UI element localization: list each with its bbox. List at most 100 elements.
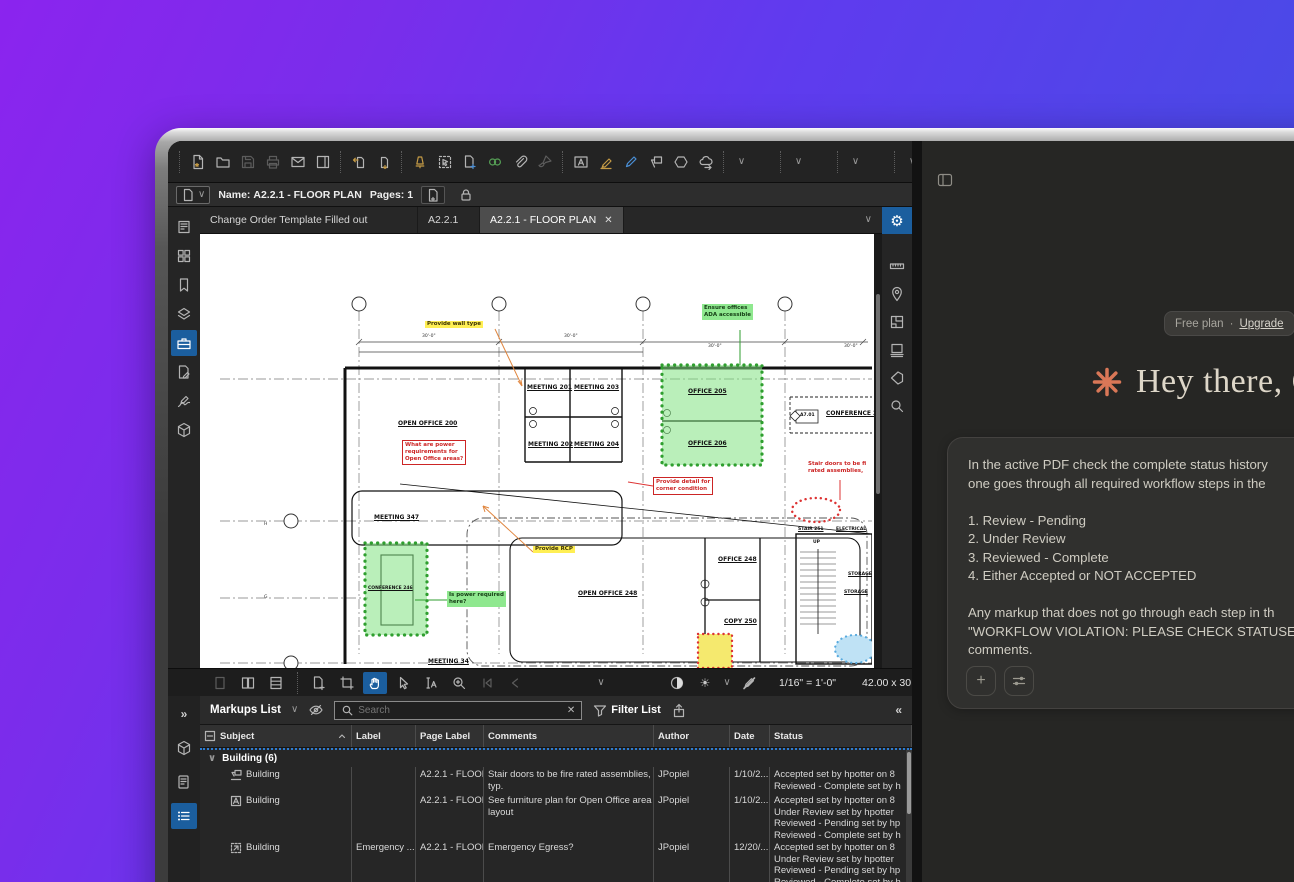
table-row[interactable]: Building A2.2.1 - FLOOR ... Stair doors …	[200, 767, 912, 793]
hide-markups-pen-icon[interactable]	[737, 672, 761, 694]
collapse-panel-icon[interactable]: «	[895, 703, 902, 717]
callout-icon[interactable]	[643, 149, 668, 175]
print-icon[interactable]	[260, 149, 285, 175]
tools-sliders-button[interactable]	[1004, 666, 1034, 696]
file-access-icon[interactable]	[171, 214, 197, 240]
markup-ensure-ada[interactable]: Ensure offices ADA accessible	[702, 304, 753, 320]
search-icon[interactable]	[884, 393, 910, 419]
table-scrollbar[interactable]	[906, 750, 912, 882]
bookmarks-icon[interactable]	[171, 272, 197, 298]
3d-model-icon[interactable]	[171, 417, 197, 443]
tag-icon[interactable]	[884, 365, 910, 391]
layers-icon[interactable]	[171, 301, 197, 327]
expand-panel-icon[interactable]: »	[171, 701, 197, 727]
column-subject[interactable]: Subject	[200, 725, 352, 747]
clear-search-icon[interactable]: ✕	[567, 705, 575, 716]
pen-icon[interactable]	[618, 149, 643, 175]
measure-ruler-icon[interactable]	[884, 253, 910, 279]
snapshot-icon[interactable]	[432, 149, 457, 175]
close-tab-icon[interactable]: ✕	[604, 215, 612, 226]
column-author[interactable]: Author	[654, 725, 730, 747]
panel-layout-icon[interactable]	[310, 149, 335, 175]
pan-hand-icon[interactable]	[363, 672, 387, 694]
markup-power-requirements[interactable]: What are power requirements for Open Off…	[402, 440, 466, 465]
text-box-icon[interactable]	[568, 149, 593, 175]
page-stack-icon[interactable]	[884, 337, 910, 363]
add-page-icon[interactable]	[307, 672, 331, 694]
single-page-view-icon[interactable]	[208, 672, 232, 694]
import-page-icon[interactable]	[371, 149, 396, 175]
markup-stair-doors[interactable]: Stair doors to be fi rated assemblies,	[808, 461, 866, 475]
column-status[interactable]: Status	[770, 725, 912, 747]
tab-change-order[interactable]: Change Order Template Filled out	[200, 207, 418, 233]
lock-icon[interactable]	[453, 182, 478, 208]
select-cursor-icon[interactable]	[391, 672, 415, 694]
zoom-icon[interactable]	[447, 672, 471, 694]
properties-gear-icon[interactable]: ⚙	[882, 207, 912, 234]
prompt-input-box[interactable]: In the active PDF check the complete sta…	[947, 437, 1294, 709]
signature-icon[interactable]	[171, 388, 197, 414]
page-add-button[interactable]	[421, 186, 445, 204]
select-text-icon[interactable]	[419, 672, 443, 694]
group-row-building[interactable]: ∨Building (6)	[200, 750, 912, 767]
insert-page-icon[interactable]	[457, 149, 482, 175]
tab-a221[interactable]: A2.2.1	[418, 207, 480, 233]
search-input[interactable]	[358, 705, 562, 716]
tab-list-dropdown[interactable]: ∨	[855, 207, 882, 233]
revision-cloud-icon[interactable]	[693, 149, 718, 175]
tool-dropdown-3[interactable]: ∨	[843, 149, 868, 175]
capture-media-icon[interactable]	[171, 769, 197, 795]
export-page-icon[interactable]	[346, 149, 371, 175]
brightness-icon[interactable]: ☀	[693, 672, 717, 694]
markup-provide-detail[interactable]: Provide detail for corner condition	[653, 477, 713, 495]
canvas-vertical-scrollbar[interactable]	[874, 234, 882, 668]
markups-search[interactable]: ✕	[334, 701, 582, 720]
email-icon[interactable]	[285, 149, 310, 175]
document-selector[interactable]: ∨	[176, 186, 210, 204]
lamp-tool-icon[interactable]	[407, 149, 432, 175]
prompt-text[interactable]: In the active PDF check the complete sta…	[968, 456, 1294, 660]
tool-dropdown-1[interactable]: ∨	[729, 149, 754, 175]
toolbox-icon[interactable]	[171, 330, 197, 356]
export-list-icon[interactable]	[671, 703, 686, 718]
thumbnails-icon[interactable]	[171, 243, 197, 269]
markup-provide-rcp[interactable]: Provide RCP	[533, 546, 575, 553]
column-date[interactable]: Date	[730, 725, 770, 747]
table-row[interactable]: Building A2.2.1 - FLOOR ... See furnitur…	[200, 793, 912, 840]
layout-plan-icon[interactable]	[884, 309, 910, 335]
sidebar-toggle-icon[interactable]	[936, 171, 954, 189]
highlighter-icon[interactable]	[593, 149, 618, 175]
brightness-dropdown[interactable]: ∨	[721, 672, 733, 694]
attachment-icon[interactable]	[507, 149, 532, 175]
new-document-icon[interactable]	[185, 149, 210, 175]
attach-plus-button[interactable]: +	[966, 666, 996, 696]
open-folder-icon[interactable]	[210, 149, 235, 175]
markups-list-icon[interactable]	[171, 803, 197, 829]
markups-list-dropdown[interactable]: ∨	[291, 705, 298, 715]
floor-plan-canvas[interactable]: 30'-0" 30'-0" 30'-0" 30'-0" H G MEETING …	[200, 234, 874, 668]
tool-dropdown-2[interactable]: ∨	[786, 149, 811, 175]
two-page-view-icon[interactable]	[236, 672, 260, 694]
polygon-icon[interactable]	[668, 149, 693, 175]
save-icon[interactable]	[235, 149, 260, 175]
3d-box-icon[interactable]	[171, 735, 197, 761]
scale-readout[interactable]: 1/16" = 1'-0"	[779, 677, 836, 689]
navigation-dropdown[interactable]: ∨	[589, 672, 613, 694]
crop-page-icon[interactable]	[335, 672, 359, 694]
markup-is-power-required[interactable]: Is power required here?	[447, 591, 506, 607]
hyperlink-icon[interactable]	[482, 149, 507, 175]
scrolling-view-icon[interactable]	[264, 672, 288, 694]
hide-markups-icon[interactable]	[308, 702, 324, 718]
contrast-icon[interactable]	[665, 672, 689, 694]
table-row[interactable]: Building Emergency ... A2.2.1 - FLOOR ..…	[200, 840, 912, 882]
window-splitter[interactable]	[912, 141, 922, 882]
markup-provide-wall-type[interactable]: Provide wall type	[425, 321, 483, 328]
column-comments[interactable]: Comments	[484, 725, 654, 747]
column-page-label[interactable]: Page Label	[416, 725, 484, 747]
upgrade-link[interactable]: Upgrade	[1239, 318, 1283, 330]
markup-tools-icon[interactable]	[171, 359, 197, 385]
flatten-brush-icon[interactable]	[532, 149, 557, 175]
filter-list-button[interactable]: Filter List	[592, 703, 661, 717]
tab-a221-floor-plan[interactable]: A2.2.1 - FLOOR PLAN✕	[480, 207, 624, 233]
column-label[interactable]: Label	[352, 725, 416, 747]
